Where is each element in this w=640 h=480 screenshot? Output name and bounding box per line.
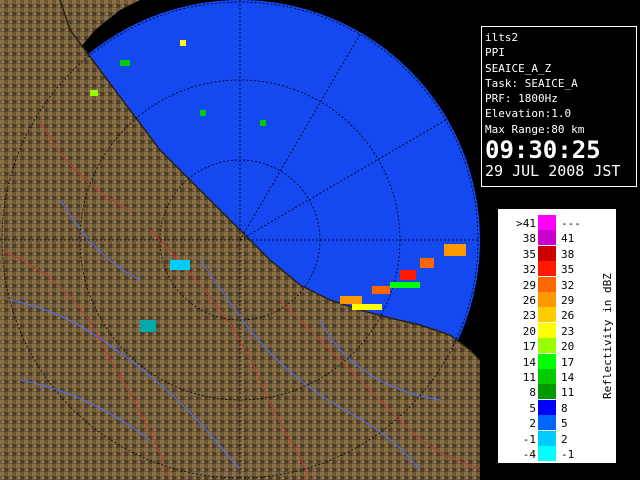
- scan-type: PPI: [485, 46, 505, 60]
- site-name: ilts2: [485, 31, 519, 44]
- legend-color-swatch: [538, 399, 556, 415]
- legend-row: -4 -1: [498, 446, 616, 464]
- legend-color-swatch: [538, 353, 556, 369]
- legend-color-swatch: [538, 230, 556, 246]
- scan-time: 09:30:25: [485, 136, 601, 165]
- legend-color-swatch: [538, 215, 556, 230]
- legend-color-swatch: [538, 322, 556, 338]
- legend-upper-value: -1: [561, 448, 575, 461]
- legend-lower-value: -4: [522, 448, 536, 461]
- elevation-value: Elevation:1.0: [485, 107, 572, 121]
- legend-color-swatch: [538, 261, 556, 277]
- prf-value: PRF: 1800Hz: [485, 92, 558, 106]
- legend-color-swatch: [538, 369, 556, 384]
- legend-title-container: Reflectivity in dBZ: [601, 273, 614, 399]
- legend-color-swatch: [538, 430, 556, 446]
- scan-date: 29 JUL 2008 JST: [485, 162, 621, 181]
- radar-info-panel: ilts2 PPI SEAICE_A_Z Task: SEAICE_A PRF:…: [481, 26, 637, 187]
- max-range-value: Max Range:80 km: [485, 122, 585, 136]
- legend-color-swatch: [538, 276, 556, 292]
- legend-color-swatch: [538, 384, 556, 400]
- legend-color-swatch: [538, 415, 556, 431]
- task-name: Task: SEAICE_A: [485, 76, 578, 90]
- radar-ppi-map[interactable]: [0, 0, 480, 480]
- legend-title: Reflectivity in dBZ: [601, 273, 614, 399]
- product-name: SEAICE_A_Z: [485, 61, 552, 75]
- legend-color-swatch: [538, 307, 556, 323]
- legend-color-swatch: [538, 245, 556, 261]
- legend-color-swatch: [538, 292, 556, 307]
- reflectivity-legend: >41 --- 38 41 35 38 32 35 29 32 26 29 23 26 20 23 17 20 14…: [498, 209, 616, 463]
- legend-color-swatch: [538, 446, 556, 461]
- legend-color-swatch: [538, 338, 556, 354]
